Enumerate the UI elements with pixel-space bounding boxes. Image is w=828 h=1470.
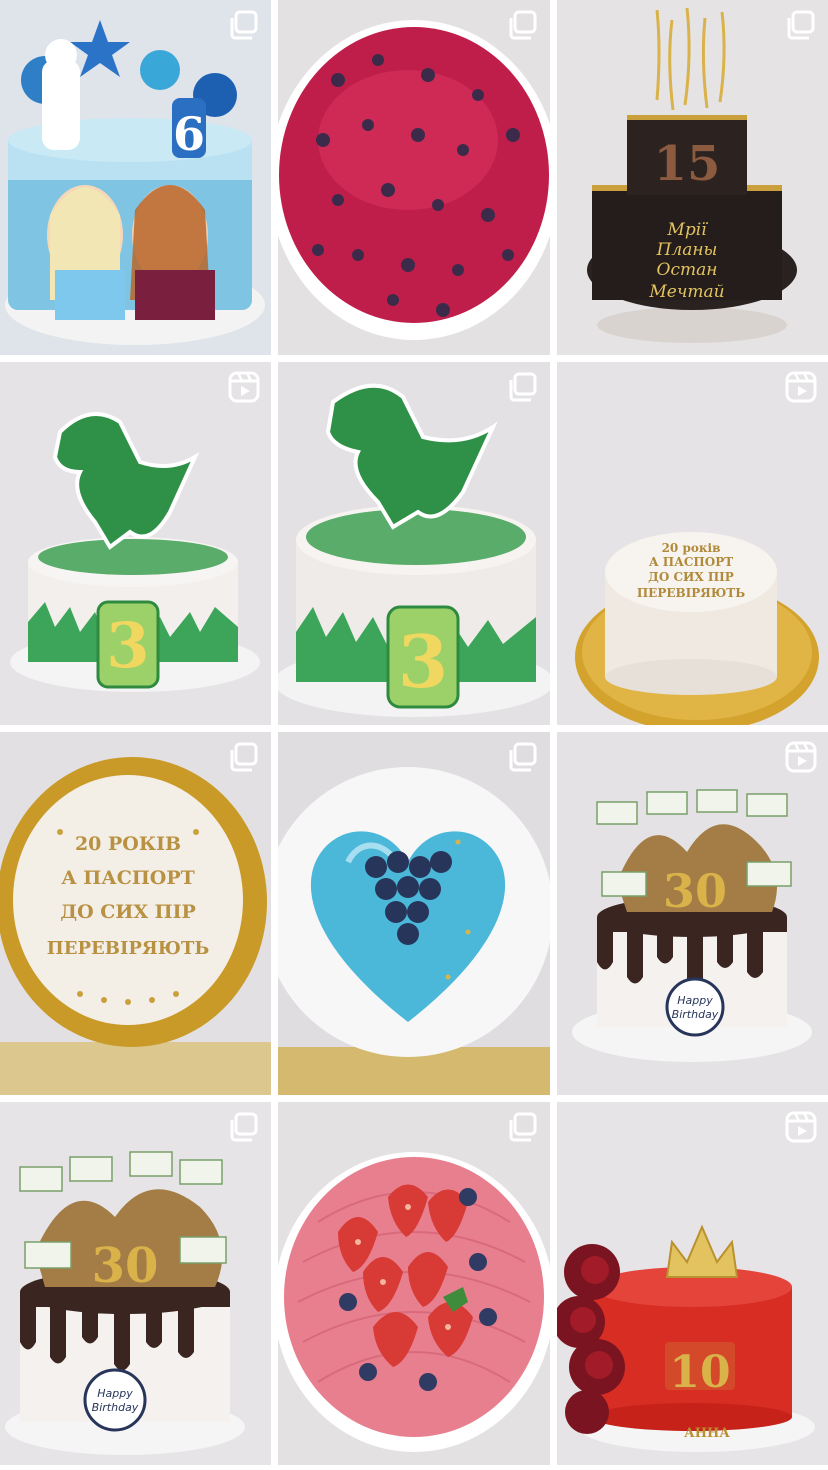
script-line-2: Планы xyxy=(656,240,718,260)
crown-number: 10 xyxy=(669,1347,730,1398)
grid-tile-strawberry-cake[interactable] xyxy=(278,1102,550,1465)
money-a-number: 30 xyxy=(663,864,727,918)
grid-tile-heart-mousse-cake[interactable] xyxy=(278,732,550,1095)
dino-cake-2-photo: 3 xyxy=(278,362,550,725)
money-cake-30-a-photo: 30 Happy Birthday xyxy=(557,732,828,1095)
heart-mousse-cake-photo xyxy=(278,732,550,1095)
passport-top-line-2: А ПАСПОРТ xyxy=(61,867,195,889)
passport-side-line-2: А ПАСПОРТ xyxy=(649,555,733,569)
grid-tile-red-crown-cake[interactable]: 10 АННА xyxy=(557,1102,828,1465)
script-line-1: Мрії xyxy=(666,220,708,240)
money-b-number: 30 xyxy=(92,1238,159,1294)
carousel-icon xyxy=(227,1110,261,1144)
post-grid: 6 15 Мрії Планы Остан Мечтай 3 3 20 рокі… xyxy=(0,0,828,1470)
grid-tile-passport-cake-top[interactable]: 20 РОКІВ А ПАСПОРТ ДО СИХ ПІР ПЕРЕВІРЯЮТ… xyxy=(0,732,271,1095)
passport-side-line-4: ПЕРЕВІРЯЮТЬ xyxy=(637,586,745,600)
strawberry-cake-photo xyxy=(278,1102,550,1465)
reels-icon xyxy=(227,370,261,404)
carousel-icon xyxy=(227,740,261,774)
passport-top-line-1: 20 РОКІВ xyxy=(75,833,181,855)
frozen-number: 6 xyxy=(173,107,205,161)
money-a-topper-2: Birthday xyxy=(672,1008,719,1021)
carousel-icon xyxy=(506,1110,540,1144)
red-crown-cake-photo: 10 АННА xyxy=(557,1102,828,1465)
dino-number-2: 3 xyxy=(398,619,448,704)
grid-tile-dino-cake-1[interactable]: 3 xyxy=(0,362,271,725)
carousel-icon xyxy=(506,370,540,404)
money-a-topper-1: Happy xyxy=(677,994,713,1007)
money-b-topper-2: Birthday xyxy=(92,1401,139,1414)
carousel-icon xyxy=(506,740,540,774)
grid-tile-berry-glaze-cake[interactable] xyxy=(278,0,550,355)
dino-number-1: 3 xyxy=(106,609,149,682)
reels-icon xyxy=(784,740,818,774)
black-gold-cake-photo: 15 Мрії Планы Остан Мечтай xyxy=(557,0,828,355)
passport-side-line-3: ДО СИХ ПІР xyxy=(648,570,734,584)
carousel-icon xyxy=(506,8,540,42)
passport-cake-side-photo: 20 років А ПАСПОРТ ДО СИХ ПІР ПЕРЕВІРЯЮТ… xyxy=(557,362,828,725)
passport-cake-top-photo: 20 РОКІВ А ПАСПОРТ ДО СИХ ПІР ПЕРЕВІРЯЮТ… xyxy=(0,732,271,1095)
carousel-icon xyxy=(227,8,261,42)
frozen-cake-photo: 6 xyxy=(0,0,271,355)
reels-icon xyxy=(784,1110,818,1144)
grid-tile-money-cake-30-a[interactable]: 30 Happy Birthday xyxy=(557,732,828,1095)
script-line-4: Мечтай xyxy=(648,282,724,302)
passport-top-line-4: ПЕРЕВІРЯЮТЬ xyxy=(47,938,210,959)
grid-tile-black-gold-cake[interactable]: 15 Мрії Планы Остан Мечтай xyxy=(557,0,828,355)
dino-cake-1-photo: 3 xyxy=(0,362,271,725)
grid-tile-passport-cake-side[interactable]: 20 років А ПАСПОРТ ДО СИХ ПІР ПЕРЕВІРЯЮТ… xyxy=(557,362,828,725)
grid-tile-dino-cake-2[interactable]: 3 xyxy=(278,362,550,725)
passport-side-line-1: 20 років xyxy=(662,541,721,555)
passport-top-line-3: ДО СИХ ПІР xyxy=(60,901,196,923)
grid-tile-money-cake-30-b[interactable]: 30 Happy Birthday xyxy=(0,1102,271,1465)
berry-glaze-cake-photo xyxy=(278,0,550,355)
money-b-topper-1: Happy xyxy=(97,1387,133,1400)
money-cake-30-b-photo: 30 Happy Birthday xyxy=(0,1102,271,1465)
script-line-3: Остан xyxy=(657,260,718,280)
crown-name-label: АННА xyxy=(684,1426,730,1441)
grid-tile-frozen-cake[interactable]: 6 xyxy=(0,0,271,355)
black-gold-number: 15 xyxy=(654,136,721,192)
carousel-icon xyxy=(784,8,818,42)
reels-icon xyxy=(784,370,818,404)
